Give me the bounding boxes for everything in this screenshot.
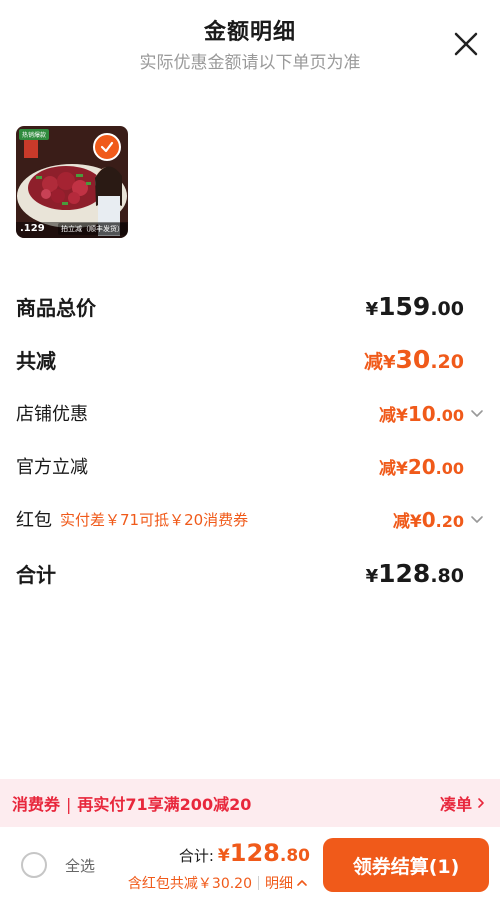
shop-discount-amount: 减¥10.00: [378, 401, 464, 426]
bottom-discount-text: 含红包共减￥30.20: [127, 876, 252, 892]
select-all-label[interactable]: 全选: [65, 855, 95, 876]
close-icon[interactable]: [452, 30, 480, 58]
sum-amount: ¥128.80: [365, 558, 464, 588]
add-items-button[interactable]: 凑单: [440, 791, 486, 815]
bottom-total: 合计: ¥128.80: [179, 839, 310, 867]
page-subtitle: 实际优惠金额请以下单页为准: [139, 53, 361, 73]
bottom-bar: 全选 合计: ¥128.80 含红包共减￥30.20 明细 领券结算(1): [0, 827, 500, 902]
red-packet-amount: 减¥0.20: [392, 507, 464, 532]
official-discount-label: 官方立减: [16, 457, 88, 478]
header: 金额明细 实际优惠金额请以下单页为准: [0, 0, 500, 90]
page-title: 金额明细: [203, 20, 296, 45]
bottom-total-amount: ¥128.80: [217, 839, 310, 867]
product-badge: 热销爆款: [19, 129, 50, 140]
total-reduce-amount: 减¥30.20: [363, 344, 464, 374]
total-reduce-label: 共减: [16, 348, 56, 373]
selected-check-icon[interactable]: [93, 133, 121, 161]
goods-total-row: 商品总价 ¥159.00: [16, 286, 484, 326]
product-price-tag: .129: [20, 223, 45, 234]
official-discount-row: 官方立减 减¥20.00: [16, 446, 484, 486]
total-reduce-row: 共减 减¥30.20: [16, 339, 484, 379]
chevron-down-icon[interactable]: [470, 512, 484, 526]
sum-label: 合计: [16, 562, 56, 587]
red-packet-row[interactable]: 红包 实付差￥71可抵￥20消费券 减¥0.20: [16, 499, 484, 539]
product-ship-tag: 拍立减（顺丰发货）: [58, 223, 127, 235]
chevron-right-icon: [478, 798, 484, 808]
product-thumbnail[interactable]: 热销爆款 .129 拍立减（顺丰发货）: [16, 126, 128, 238]
coupon-tag: 消费券: [12, 795, 61, 814]
official-discount-amount: 减¥20.00: [378, 454, 464, 479]
sum-row: 合计 ¥128.80: [16, 553, 484, 593]
red-packet-label: 红包: [16, 510, 52, 531]
goods-total-amount: ¥159.00: [365, 291, 464, 321]
chevron-up-icon: [297, 880, 307, 886]
coupon-info: 消费券 | 再实付71享满200减20: [12, 795, 252, 814]
goods-total-label: 商品总价: [16, 295, 96, 320]
chevron-down-icon[interactable]: [470, 406, 484, 420]
select-all-radio[interactable]: [21, 852, 47, 878]
shop-discount-label: 店铺优惠: [16, 404, 88, 425]
bottom-discount-line: 含红包共减￥30.20 明细: [128, 873, 308, 893]
red-packet-note: 实付差￥71可抵￥20消费券: [60, 510, 249, 529]
checkout-button[interactable]: 领券结算(1): [323, 838, 489, 892]
coupon-bar: 消费券 | 再实付71享满200减20 凑单: [0, 779, 500, 827]
bottom-total-label: 合计:: [178, 847, 214, 865]
detail-toggle[interactable]: 明细: [265, 873, 308, 893]
shop-discount-row[interactable]: 店铺优惠 减¥10.00: [16, 393, 484, 433]
coupon-text: 再实付71享满200减20: [77, 795, 252, 814]
